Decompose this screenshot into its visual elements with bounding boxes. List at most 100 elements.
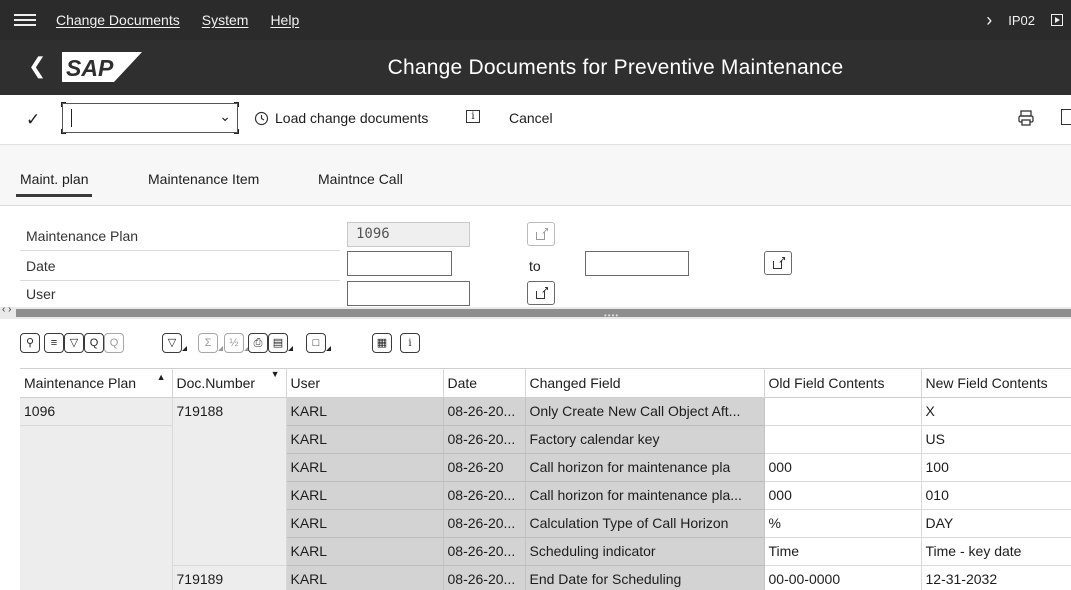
cell-new-field-contents[interactable]: 100 [921,453,1071,482]
user-field[interactable] [347,281,470,306]
cell-new-field-contents[interactable]: US [921,425,1071,454]
cell-new-field-contents[interactable]: Time - key date [921,537,1071,566]
cell-changed-field[interactable]: Calculation Type of Call Horizon [525,509,765,538]
cell-old-field-contents[interactable]: Time [764,537,922,566]
column-header-user[interactable]: User [286,369,444,398]
cell-old-field-contents[interactable]: % [764,509,922,538]
info-icon[interactable]: i [400,333,420,353]
cell-maintenance-plan[interactable] [20,509,173,537]
table-row[interactable]: KARL 08-26-20... Call horizon for mainte… [20,481,1071,510]
align-center-icon[interactable]: ≡ [44,333,64,353]
cell-maintenance-plan[interactable]: 1096 [20,397,173,426]
cancel-button[interactable]: Cancel [509,110,553,126]
print-icon[interactable] [1017,109,1035,127]
cell-doc-number[interactable]: 719188 [172,397,287,425]
cell-old-field-contents[interactable]: 000 [764,453,922,482]
menu-help[interactable]: Help [270,12,299,28]
column-header-old-field-contents[interactable]: Old Field Contents [764,369,922,398]
cell-old-field-contents[interactable]: 00-00-0000 [764,565,922,590]
table-row[interactable]: 1096 719188 KARL 08-26-20... Only Create… [20,397,1071,426]
cell-changed-field[interactable]: Factory calendar key [525,425,765,454]
cell-user[interactable]: KARL [286,565,444,590]
cell-new-field-contents[interactable]: 010 [921,481,1071,510]
hamburger-menu-icon[interactable] [14,14,36,26]
subtotal-icon[interactable]: ½ [224,333,249,353]
horizontal-scrollbar[interactable] [16,309,1071,317]
cell-maintenance-plan[interactable] [20,453,173,481]
info-button[interactable]: i [466,110,480,123]
splitter-handle-icon[interactable]: •••• [604,311,619,320]
menu-change-documents[interactable]: Change Documents [56,12,180,28]
tab-maintenance-item[interactable]: Maintenance Item [148,171,259,187]
export-icon[interactable]: ▤ [268,333,293,353]
cell-date[interactable]: 08-26-20... [443,425,526,454]
cell-maintenance-plan[interactable] [20,481,173,509]
filter-lines-icon[interactable]: ▽ [64,333,84,353]
filter-icon[interactable]: ▽ [162,333,187,353]
cell-user[interactable]: KARL [286,509,444,538]
cell-user[interactable]: KARL [286,425,444,454]
table-row[interactable]: KARL 08-26-20... Scheduling indicator Ti… [20,537,1071,566]
tab-maintnce-call[interactable]: Maintnce Call [318,171,403,187]
cell-doc-number[interactable]: 719189 [172,565,287,590]
cell-date[interactable]: 08-26-20... [443,509,526,538]
table-row[interactable]: KARL 08-26-20 Call horizon for maintenan… [20,453,1071,482]
multiple-selection-plan-button[interactable]: ↗ [527,222,555,246]
chevron-down-icon[interactable]: ⌄ [219,108,231,125]
find-icon[interactable]: Q [84,333,104,353]
table-row[interactable]: KARL 08-26-20... Calculation Type of Cal… [20,509,1071,538]
window-icon[interactable] [1061,109,1071,125]
cell-user[interactable]: KARL [286,481,444,510]
cell-changed-field[interactable]: End Date for Scheduling [525,565,765,590]
cell-date[interactable]: 08-26-20... [443,481,526,510]
print-preview-icon[interactable]: ⎙ [248,333,268,353]
cell-old-field-contents[interactable] [764,425,922,454]
table-row[interactable]: 719189 KARL 08-26-20... End Date for Sch… [20,565,1071,590]
cell-user[interactable]: KARL [286,453,444,482]
cell-doc-number[interactable] [172,425,287,453]
cell-date[interactable]: 08-26-20... [443,565,526,590]
cell-doc-number[interactable] [172,453,287,481]
cell-new-field-contents[interactable]: DAY [921,509,1071,538]
sum-icon[interactable]: Σ [198,333,223,353]
cell-new-field-contents[interactable]: 12-31-2032 [921,565,1071,590]
column-header-changed-field[interactable]: Changed Field [525,369,765,398]
chevron-right-icon[interactable]: › [986,10,992,31]
find-next-icon[interactable]: Q [104,333,124,353]
zoom-icon[interactable]: ⚲ [20,333,40,353]
cell-date[interactable]: 08-26-20... [443,397,526,426]
cell-new-field-contents[interactable]: X [921,397,1071,426]
tab-maint-plan[interactable]: Maint. plan [15,171,94,197]
multiple-selection-user-button[interactable]: ↗ [527,281,555,305]
cell-doc-number[interactable] [172,509,287,537]
cell-maintenance-plan[interactable] [20,565,173,590]
layout-icon[interactable]: □ [306,333,331,353]
menu-system[interactable]: System [202,12,249,28]
cell-old-field-contents[interactable] [764,397,922,426]
command-field[interactable]: ⌄ [61,102,239,134]
table-row[interactable]: KARL 08-26-20... Factory calendar key US [20,425,1071,454]
splitter[interactable]: ‹ › •••• [0,304,1071,320]
column-header-date[interactable]: Date [443,369,526,398]
cell-old-field-contents[interactable]: 000 [764,481,922,510]
multiple-selection-date-button[interactable]: ↗ [764,251,792,275]
cell-maintenance-plan[interactable] [20,537,173,565]
cell-doc-number[interactable] [172,481,287,509]
column-header-doc-number[interactable]: Doc.Number ▼ [172,369,287,398]
cell-changed-field[interactable]: Call horizon for maintenance pla... [525,481,765,510]
date-to-field[interactable] [585,251,689,276]
cell-changed-field[interactable]: Scheduling indicator [525,537,765,566]
cell-user[interactable]: KARL [286,397,444,426]
grid-icon[interactable]: ▦ [372,333,392,353]
checkmark-icon[interactable]: ✓ [26,110,40,130]
cell-maintenance-plan[interactable] [20,425,173,453]
cell-changed-field[interactable]: Call horizon for maintenance pla [525,453,765,482]
cell-date[interactable]: 08-26-20... [443,537,526,566]
run-icon[interactable] [1051,14,1063,26]
cell-date[interactable]: 08-26-20 [443,453,526,482]
date-from-field[interactable] [347,251,452,276]
column-header-new-field-contents[interactable]: New Field Contents [921,369,1071,398]
cell-changed-field[interactable]: Only Create New Call Object Aft... [525,397,765,426]
cell-user[interactable]: KARL [286,537,444,566]
load-change-documents-button[interactable]: Load change documents [254,110,428,126]
